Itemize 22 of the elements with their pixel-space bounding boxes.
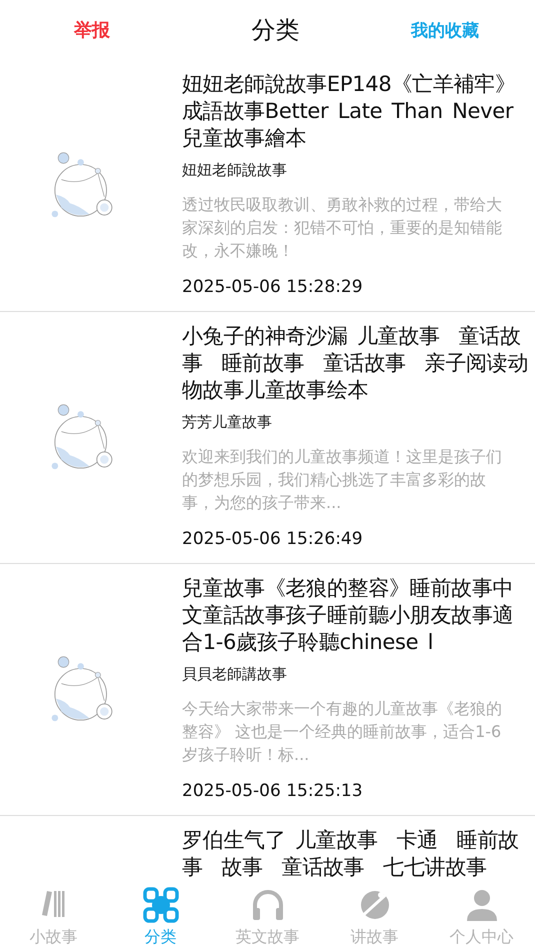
story-title[interactable]: 妞妞老師說故事EP148《亡羊補牢》成語故事Better Late Than Never兒童故事繪本 <box>182 71 533 152</box>
story-description: 透过牧民吸取教训、勇敢补救的过程，带给大家深刻的启发：犯错不可怕，重要的是知错能改，永不嫌晚！ <box>182 194 503 262</box>
report-link[interactable]: 举报 <box>74 18 110 42</box>
story-date: 2025-05-06 15:26:49 <box>182 529 364 549</box>
page-title: 分类 <box>252 15 300 46</box>
story-author: 妞妞老師說故事 <box>182 161 288 180</box>
story-description: 今天给大家带来一个有趣的儿童故事《老狼的整容》 这也是一个经典的睡前故事，适合1-6岁孩子聆听！标... <box>182 698 503 766</box>
story-title[interactable]: 兒童故事《老狼的整容》睡前故事中文童話故事孩子睡前聽小朋友故事適合1-6歲孩子聆聽chinese l <box>182 575 533 656</box>
story-author: 芳芳儿童故事 <box>182 413 273 432</box>
story-date: 2025-05-06 15:28:29 <box>182 277 364 297</box>
favorites-link[interactable]: 我的收藏 <box>411 18 479 42</box>
story-title[interactable]: 罗伯生气了 儿童故事 卡通 睡前故事 故事 童话故事 七七讲故事 <box>182 827 533 881</box>
story-title[interactable]: 小兔子的神奇沙漏 儿童故事 童话故事 睡前故事 童话故事 亲子阅读动物故事儿童故事绘本 <box>182 323 533 404</box>
nav-tab[interactable]: 英文故事 <box>214 881 321 951</box>
story-author: 貝貝老師講故事 <box>182 665 288 684</box>
nav-tab[interactable]: 小故事 <box>0 881 107 951</box>
nav-tab[interactable]: 讲故事 <box>321 881 428 951</box>
story-description: 欢迎来到我们的儿童故事频道！这里是孩子们的梦想乐园，我们精心挑选了丰富多彩的故事，为您的孩子带来... <box>182 446 503 514</box>
story-date: 2025-05-06 15:25:13 <box>182 781 364 801</box>
grid-icon <box>140 884 180 924</box>
nav-tab[interactable]: 个人中心 <box>428 881 535 951</box>
nav-tab[interactable]: 分类 <box>107 881 214 951</box>
